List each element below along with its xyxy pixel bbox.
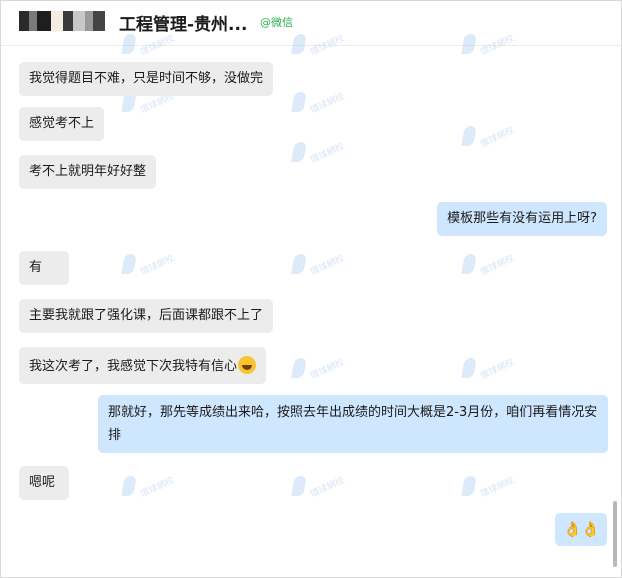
- watermark-logo: 環球網校: [291, 92, 351, 116]
- ok-hand-emoji-icon: 👌: [581, 520, 600, 538]
- incoming-message-bubble[interactable]: 感觉考不上: [19, 107, 105, 141]
- incoming-message-bubble[interactable]: 主要我就跟了强化课，后面课都跟不上了: [19, 299, 274, 333]
- watermark-logo: 環球網校: [121, 34, 181, 58]
- chat-scrollbar[interactable]: [613, 501, 617, 567]
- wechat-source-tag: @微信: [260, 16, 293, 29]
- watermark-logo: 環球網校: [461, 476, 521, 500]
- watermark-logo: 環球網校: [461, 126, 521, 150]
- incoming-message-bubble[interactable]: 嗯呢: [19, 466, 69, 500]
- watermark-logo: 環球網校: [291, 142, 351, 166]
- watermark-logo: 環球網校: [291, 358, 351, 382]
- incoming-message-bubble[interactable]: 我这次考了，我感觉下次我特有信心: [19, 347, 267, 384]
- watermark-logo: 環球網校: [291, 34, 351, 58]
- incoming-message-bubble[interactable]: 考不上就明年好好整: [19, 155, 157, 189]
- watermark-logo: 環球網校: [121, 476, 181, 500]
- watermark-logo: 環球網校: [461, 254, 521, 278]
- watermark-logo: 環球網校: [461, 34, 521, 58]
- chat-title[interactable]: 工程管理-贵州...: [119, 10, 247, 35]
- message-text: 我这次考了，我感觉下次我特有信心: [29, 359, 238, 374]
- incoming-message-bubble[interactable]: 有: [19, 251, 69, 285]
- watermark-logo: 環球網校: [121, 254, 181, 278]
- grinning-sweat-emoji-icon: [238, 356, 257, 374]
- outgoing-message-bubble[interactable]: 那就好，那先等成绩出来哈，按照去年出成绩的时间大概是2-3月份，咱们再看情况安排: [98, 395, 608, 453]
- message-text: 那就好，那先等成绩出来哈，按照去年出成绩的时间大概是2-3月份，咱们再看情况安排: [108, 405, 598, 443]
- watermark-logo: 環球網校: [461, 358, 521, 382]
- incoming-message-bubble[interactable]: 我觉得题目不难，只是时间不够，没做完: [19, 62, 274, 96]
- watermark-logo: 環球網校: [291, 476, 351, 500]
- watermark-logo: 環球網校: [291, 254, 351, 278]
- outgoing-message-bubble[interactable]: 模板那些有没有运用上呀?: [437, 202, 607, 236]
- outgoing-message-bubble[interactable]: 👌👌: [555, 513, 607, 546]
- message-list[interactable]: 環球網校 環球網校 環球網校 環球網校 環球網校 環球網校 環球網校 環球網校 …: [1, 34, 621, 577]
- contact-avatar[interactable]: [19, 11, 105, 31]
- ok-hand-emoji-icon: 👌: [563, 520, 582, 538]
- chat-window: 工程管理-贵州... @微信 環球網校 環球網校 環球網校 環球網校 環球網校 …: [0, 0, 622, 578]
